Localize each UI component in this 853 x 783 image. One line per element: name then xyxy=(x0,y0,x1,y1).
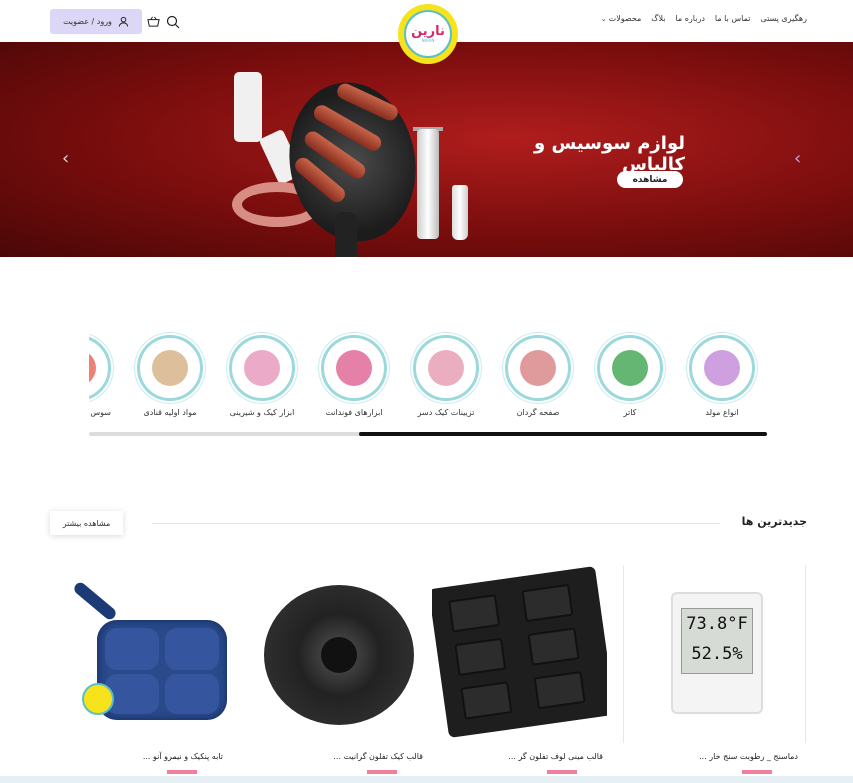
section-divider xyxy=(152,523,720,524)
chevron-down-icon: ⌄ xyxy=(600,15,607,23)
view-more-button[interactable]: مشاهده بیشتر xyxy=(50,511,123,535)
category-image xyxy=(229,335,295,401)
hero-banner[interactable]: لوازم سوسیس و کالباس مشاهده ‹ ‹ xyxy=(0,42,853,257)
category-carousel[interactable]: انواع مولد کاتر صفحه گردان تزیینات کیک د… xyxy=(89,320,767,440)
category-image xyxy=(413,335,479,401)
category-item-molds[interactable]: انواع مولد xyxy=(687,335,757,417)
category-label: ابزارهای فوندانت xyxy=(325,408,383,417)
category-label: کاتر xyxy=(623,408,637,417)
login-label: ورود / عضویت xyxy=(63,17,112,26)
skillet-handle xyxy=(71,580,119,622)
category-item-decorations[interactable]: تزیینات کیک دسر xyxy=(411,335,481,417)
product-price xyxy=(742,770,772,774)
tray-cell xyxy=(454,637,507,677)
nav-label: محصولات xyxy=(608,14,642,23)
slider-next-arrow[interactable]: ‹ xyxy=(794,148,801,169)
product-price xyxy=(367,770,397,774)
category-item-cake-tools[interactable]: ابزار کیک و شیرینی xyxy=(227,335,297,417)
bundt-center xyxy=(321,637,357,673)
product-divider xyxy=(623,565,624,743)
product-divider xyxy=(805,565,806,743)
nav-item-contact[interactable]: تماس با ما xyxy=(715,14,751,23)
display-humidity: 52.5% xyxy=(691,644,743,664)
category-image xyxy=(689,335,755,401)
skillet-section xyxy=(165,628,219,670)
product-image xyxy=(52,565,227,743)
slider-prev-arrow[interactable]: ‹ xyxy=(62,148,69,169)
section-title: جدیدترین ها xyxy=(741,515,807,528)
category-item-cutter[interactable]: کاتر xyxy=(595,335,665,417)
basket-icon[interactable] xyxy=(147,15,160,28)
product-price xyxy=(547,770,577,774)
product-price xyxy=(167,770,197,774)
nav-item-tracking[interactable]: رهگیری پستی xyxy=(760,14,807,23)
product-card[interactable]: قالب مینی لوف تفلون گر ... xyxy=(432,565,607,775)
tray-cell xyxy=(448,594,501,633)
bottom-bar xyxy=(0,776,853,783)
category-scrollbar[interactable] xyxy=(89,432,767,436)
search-icon[interactable] xyxy=(166,15,180,29)
product-image xyxy=(252,565,427,743)
category-image xyxy=(137,335,203,401)
category-item-turntable[interactable]: صفحه گردان xyxy=(503,335,573,417)
product-name[interactable]: قالب مینی لوف تفلون گر ... xyxy=(508,752,603,761)
category-item-fondant-tools[interactable]: ابزارهای فوندانت xyxy=(319,335,389,417)
category-image xyxy=(321,335,387,401)
product-image xyxy=(432,565,607,743)
category-image xyxy=(597,335,663,401)
nav-item-about[interactable]: درباره ما xyxy=(675,14,704,23)
nav-item-products[interactable]: محصولات⌄ xyxy=(601,14,642,23)
category-label: مواد اولیه قنادی xyxy=(143,408,197,417)
hygrometer-image: 73.8°F 52.5% xyxy=(671,592,763,714)
pan-handle-image xyxy=(335,212,357,257)
hero-title: لوازم سوسیس و کالباس xyxy=(534,133,685,175)
product-image: 73.8°F 52.5% xyxy=(627,565,802,743)
tray-cell xyxy=(521,583,574,623)
product-name[interactable]: قالب کیک تفلون گرانیت ... xyxy=(333,752,423,761)
user-icon xyxy=(118,16,129,27)
brand-sticker xyxy=(82,683,114,715)
skillet-section xyxy=(105,628,159,670)
funnel-image xyxy=(452,185,468,240)
product-card[interactable]: قالب کیک تفلون گرانیت ... xyxy=(252,565,427,775)
logo-text: نارین xyxy=(411,24,445,39)
category-image xyxy=(505,335,571,401)
product-name[interactable]: دماسنج _ رطوبت سنج خار ... xyxy=(699,752,798,761)
tray-cell xyxy=(533,670,586,710)
category-label: تزیینات کیک دسر xyxy=(417,408,475,417)
nav-item-blog[interactable]: بلاگ xyxy=(651,14,665,23)
logo-subtext: NARIN xyxy=(421,38,435,43)
product-name[interactable]: تابه پنکیک و نیمرو آنو ... xyxy=(143,752,223,761)
product-card[interactable]: تابه پنکیک و نیمرو آنو ... xyxy=(52,565,227,775)
site-header: ورود / عضویت نارین NARIN محصولات⌄ بلاگ د… xyxy=(0,0,853,64)
login-register-button[interactable]: ورود / عضویت xyxy=(50,9,142,34)
syringe-image xyxy=(417,129,439,239)
skillet-image xyxy=(97,620,227,720)
category-image xyxy=(89,335,111,401)
display-temperature: 73.8°F xyxy=(686,614,748,634)
bundt-pan-image xyxy=(264,585,414,725)
category-label: ابزار کیک و شیرینی xyxy=(229,408,295,417)
scrollbar-thumb[interactable] xyxy=(359,432,767,436)
main-nav: محصولات⌄ بلاگ درباره ما تماس با ما رهگیر… xyxy=(601,14,807,23)
product-card[interactable]: 73.8°F 52.5% دماسنج _ رطوبت سنج خار ... xyxy=(627,565,802,775)
logo-badge: نارین NARIN xyxy=(404,10,452,58)
category-item-partial[interactable]: سوس xyxy=(89,335,113,417)
hero-view-button[interactable]: مشاهده xyxy=(617,171,683,188)
loaf-pan-image xyxy=(432,566,607,738)
tray-cell xyxy=(527,627,580,666)
category-label: صفحه گردان xyxy=(516,408,560,417)
category-item-ingredients[interactable]: مواد اولیه قنادی xyxy=(135,335,205,417)
skillet-section xyxy=(165,674,219,714)
category-label: انواع مولد xyxy=(705,408,739,417)
tray-cell xyxy=(460,681,513,720)
hygrometer-display: 73.8°F 52.5% xyxy=(681,608,753,674)
category-label: سوس xyxy=(90,408,111,417)
site-logo[interactable]: نارین NARIN xyxy=(398,4,458,64)
sausage-stuffer-image xyxy=(234,72,262,142)
